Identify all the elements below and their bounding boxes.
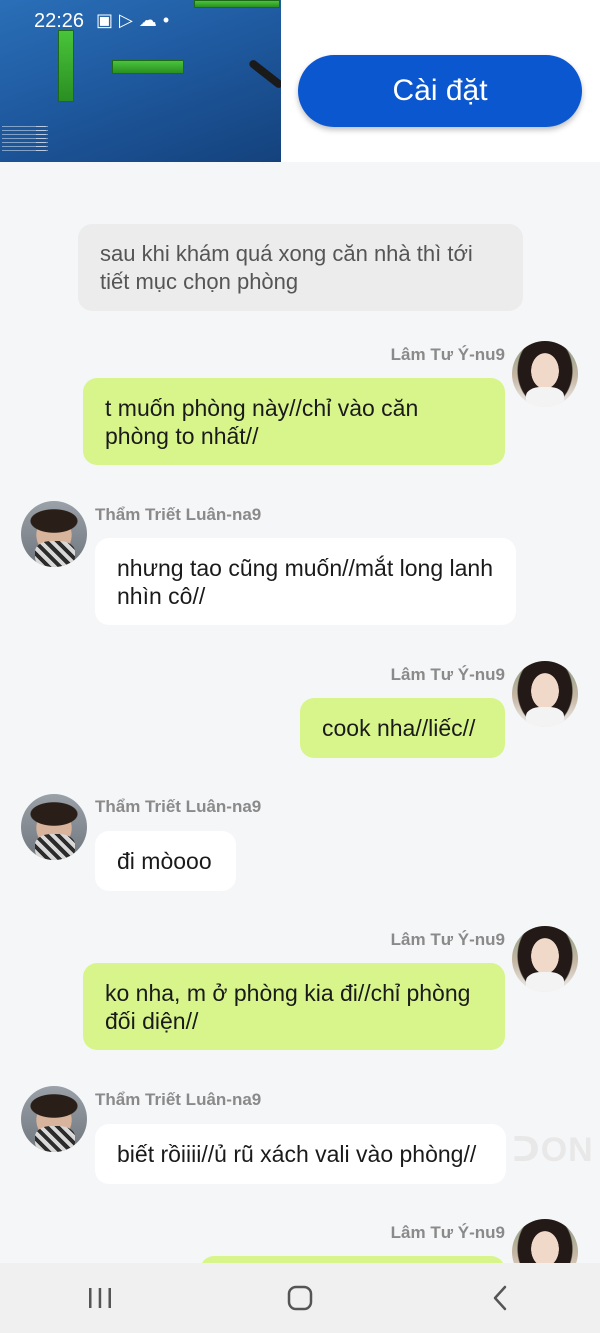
pipe-block [194,0,280,8]
narration-message: sau khi khám quá xong căn nhà thì tới ti… [78,224,523,311]
avatar[interactable] [21,794,87,860]
back-icon [493,1285,507,1311]
cloud-icon: ☁ [138,10,163,30]
avatar[interactable] [21,501,87,567]
back-button[interactable] [470,1273,530,1323]
recent-apps-button[interactable] [70,1273,130,1323]
home-icon [287,1285,313,1311]
golf-club-icon [247,58,281,90]
pipe-block [58,30,74,102]
avatar[interactable] [21,1086,87,1152]
avatar[interactable] [512,661,578,727]
message-bubble: ko nha, m ở phòng kia đi//chỉ phòng đối … [83,963,505,1050]
sender-name: Lâm Tư Ý-nu9 [390,1223,505,1242]
sender-name: Lâm Tư Ý-nu9 [390,930,505,949]
debug-overlay [36,126,46,154]
sender-name: Lâm Tư Ý-nu9 [390,665,505,684]
avatar[interactable] [512,341,578,407]
sender-name: Thẩm Triết Luân-na9 [95,797,262,816]
sender-name: Lâm Tư Ý-nu9 [390,345,505,364]
status-icons: ▣▷☁• [96,10,175,31]
watermark-logo: ᑐON [512,1131,594,1169]
home-button[interactable] [270,1273,330,1323]
message-bubble: t muốn phòng này//chỉ vào căn phòng to n… [83,378,505,465]
recent-apps-icon [89,1288,111,1308]
game-preview-image[interactable]: 22:26 ▣▷☁• [0,0,281,162]
avatar[interactable] [512,926,578,992]
dot-icon: • [162,10,176,30]
image-icon: ▣ [96,10,120,30]
install-button[interactable]: Cài đặt [298,55,582,127]
message-bubble: đi mòooo [95,831,236,891]
message-bubble: biết rồiiii//ủ rũ xách vali vào phòng// [95,1124,506,1184]
message-bubble: nhưng tao cũng muốn//mắt long lanh nhìn … [95,538,516,625]
sender-name: Thẩm Triết Luân-na9 [95,1090,262,1109]
system-nav-bar [0,1263,600,1333]
message-bubble: cook nha//liếc// [300,698,505,758]
play-icon: ▷ [119,10,139,30]
pipe-block [112,60,184,74]
sender-name: Thẩm Triết Luân-na9 [95,505,262,524]
ad-banner: 22:26 ▣▷☁• Cài đặt [0,0,600,162]
